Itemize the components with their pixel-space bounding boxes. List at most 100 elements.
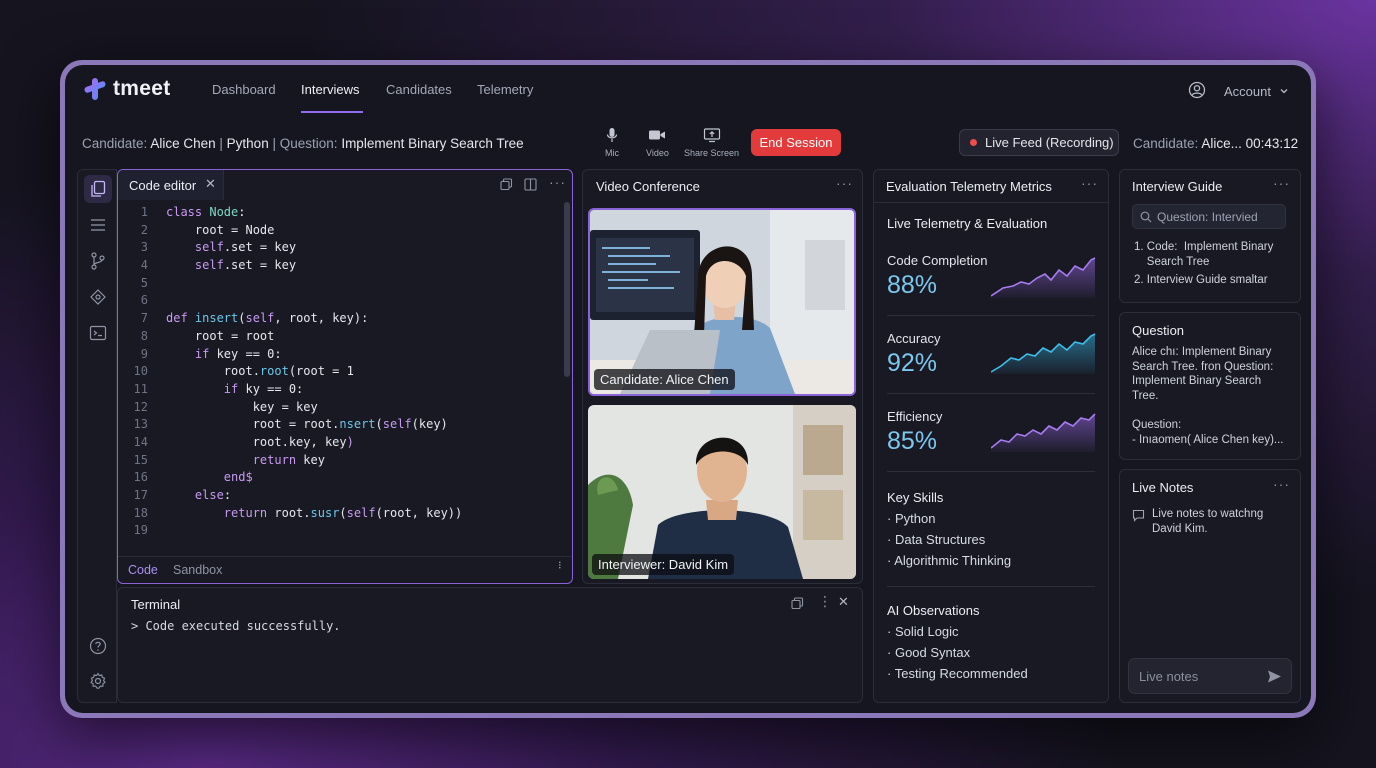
- candidate-video[interactable]: Candidate: Alice Chen: [588, 208, 856, 396]
- observation-item: · Solid Logic: [887, 624, 959, 639]
- guide-more-icon[interactable]: ···: [1273, 175, 1290, 191]
- code-line[interactable]: 12 key = key: [118, 399, 558, 417]
- candidate-name-right: Alice...: [1201, 136, 1242, 151]
- metrics-subtitle: Live Telemetry & Evaluation: [887, 216, 1048, 231]
- notes-placeholder: Live notes: [1139, 669, 1199, 684]
- user-circle-icon: [1188, 81, 1206, 102]
- code-line[interactable]: 10 root.root(root = 1: [118, 363, 558, 381]
- video-more-icon[interactable]: ···: [836, 175, 853, 191]
- candidate-prefix-right: Candidate:: [1133, 136, 1199, 151]
- video-button[interactable]: Video: [646, 127, 669, 158]
- code-text: end$: [223, 470, 253, 485]
- metric-label-code-completion: Code Completion: [887, 253, 988, 268]
- code-line[interactable]: 19: [118, 522, 558, 540]
- line-number: 5: [140, 275, 148, 290]
- account-menu[interactable]: Account: [1188, 81, 1289, 102]
- close-icon[interactable]: ✕: [205, 176, 216, 192]
- copy-icon[interactable]: [500, 178, 513, 196]
- tab-label: Code editor: [129, 178, 197, 193]
- skill-item: · Python: [887, 511, 936, 526]
- code-line[interactable]: 5: [118, 275, 558, 293]
- list-icon[interactable]: [84, 211, 112, 239]
- code-text: self.set = key: [194, 240, 297, 255]
- interviewer-video[interactable]: Interviewer: David Kim: [588, 405, 856, 579]
- code-text: root.root(root = 1: [166, 364, 354, 379]
- code-text: root.key, key): [166, 434, 354, 449]
- separator: |: [272, 136, 276, 151]
- editor-footer: Code Sandbox ···: [118, 556, 572, 583]
- logo[interactable]: tmeet: [83, 77, 171, 101]
- footer-more-icon[interactable]: ···: [553, 560, 569, 568]
- guide-item-2[interactable]: 2. Interview Guide smaltar: [1134, 273, 1268, 288]
- code-line[interactable]: 3 self.set = key: [118, 239, 558, 257]
- line-number: 13: [133, 417, 148, 432]
- observation-label: Solid Logic: [894, 624, 959, 639]
- live-feed-status[interactable]: Live Feed (Recording): [959, 129, 1119, 156]
- interviewer-video-feed: [588, 405, 856, 579]
- terminal-output: > Code executed successfully.: [131, 619, 341, 633]
- close-icon[interactable]: ✕: [838, 594, 849, 610]
- code-line[interactable]: 11 if ky == 0:: [118, 381, 558, 399]
- notes-more-icon[interactable]: ···: [1273, 476, 1290, 492]
- tab-code[interactable]: Code: [128, 563, 158, 577]
- code-text: return key: [252, 452, 325, 467]
- code-area[interactable]: 1 class Node: 2 root = Node 3 self.set = ke…: [118, 204, 558, 540]
- split-view-icon[interactable]: [524, 178, 537, 196]
- tab-code-editor[interactable]: Code editor ✕: [118, 170, 224, 200]
- extensions-icon[interactable]: [84, 283, 112, 311]
- git-branch-icon[interactable]: [84, 247, 112, 275]
- code-line[interactable]: 1 class Node:: [118, 204, 558, 222]
- end-session-button[interactable]: End Session: [751, 129, 841, 156]
- code-text: def insert(self, root, key):: [166, 311, 369, 326]
- key-skills-title: Key Skills: [887, 490, 944, 505]
- terminal-icon[interactable]: [84, 319, 112, 347]
- code-line[interactable]: 18 return root.susr(self(root, key)): [118, 505, 558, 523]
- code-line[interactable]: 15 return key: [118, 452, 558, 470]
- top-nav: tmeet Dashboard Interviews Candidates Te…: [65, 65, 1311, 117]
- live-notes-input[interactable]: Live notes: [1128, 658, 1292, 694]
- guide-title: Interview Guide: [1132, 179, 1223, 194]
- code-line[interactable]: 17 else:: [118, 487, 558, 505]
- left-sidebar: [77, 169, 117, 703]
- code-line[interactable]: 9 if key == 0:: [118, 346, 558, 364]
- nav-interviews[interactable]: Interviews: [301, 82, 360, 97]
- code-line[interactable]: 6: [118, 292, 558, 310]
- code-line[interactable]: 7 def insert(self, root, key):: [118, 310, 558, 328]
- accuracy-sparkline: [991, 333, 1096, 374]
- code-line[interactable]: 8 root = root: [118, 328, 558, 346]
- code-text: return root.susr(self(root, key)): [223, 505, 463, 520]
- settings-gear-icon[interactable]: [84, 667, 112, 695]
- code-line[interactable]: 13 root = root.nsert(self(key): [118, 416, 558, 434]
- guide-item-1[interactable]: 1. Code: Implement Binary Search Tree: [1134, 240, 1273, 269]
- line-number: 12: [133, 399, 148, 414]
- guide-search-input[interactable]: Question: Intervied: [1132, 204, 1286, 229]
- code-line[interactable]: 4 self.set = key: [118, 257, 558, 275]
- more-options-icon[interactable]: ···: [549, 174, 566, 190]
- help-icon[interactable]: [84, 632, 112, 660]
- code-line[interactable]: 16 end$: [118, 469, 558, 487]
- active-nav-underline: [301, 111, 363, 113]
- share-screen-button[interactable]: Share Screen: [684, 127, 739, 158]
- nav-dashboard[interactable]: Dashboard: [212, 82, 276, 97]
- copy-icon[interactable]: [791, 597, 804, 615]
- question-title: Question: [1132, 323, 1185, 338]
- editor-scrollbar[interactable]: [564, 202, 570, 377]
- nav-telemetry[interactable]: Telemetry: [477, 82, 533, 97]
- interviewer-video-label: Interviewer: David Kim: [592, 554, 735, 575]
- code-line[interactable]: 2 root = Node: [118, 222, 558, 240]
- live-feed-label: Live Feed (Recording): [985, 135, 1114, 150]
- metrics-more-icon[interactable]: ···: [1081, 175, 1098, 191]
- code-text: class Node:: [166, 205, 246, 219]
- tab-sandbox[interactable]: Sandbox: [173, 563, 222, 577]
- nav-candidates[interactable]: Candidates: [386, 82, 452, 97]
- files-icon[interactable]: [84, 175, 112, 203]
- chevron-down-icon: [1279, 84, 1289, 99]
- mic-button[interactable]: Mic: [605, 127, 619, 158]
- metric-value-efficiency: 85%: [887, 427, 938, 455]
- terminal-more-icon[interactable]: ⋮: [818, 593, 832, 610]
- app-window: tmeet Dashboard Interviews Candidates Te…: [65, 65, 1311, 713]
- code-line[interactable]: 14 root.key, key): [118, 434, 558, 452]
- send-icon[interactable]: [1267, 669, 1282, 689]
- code-text: if ky == 0:: [223, 381, 304, 396]
- app-name: tmeet: [113, 77, 171, 100]
